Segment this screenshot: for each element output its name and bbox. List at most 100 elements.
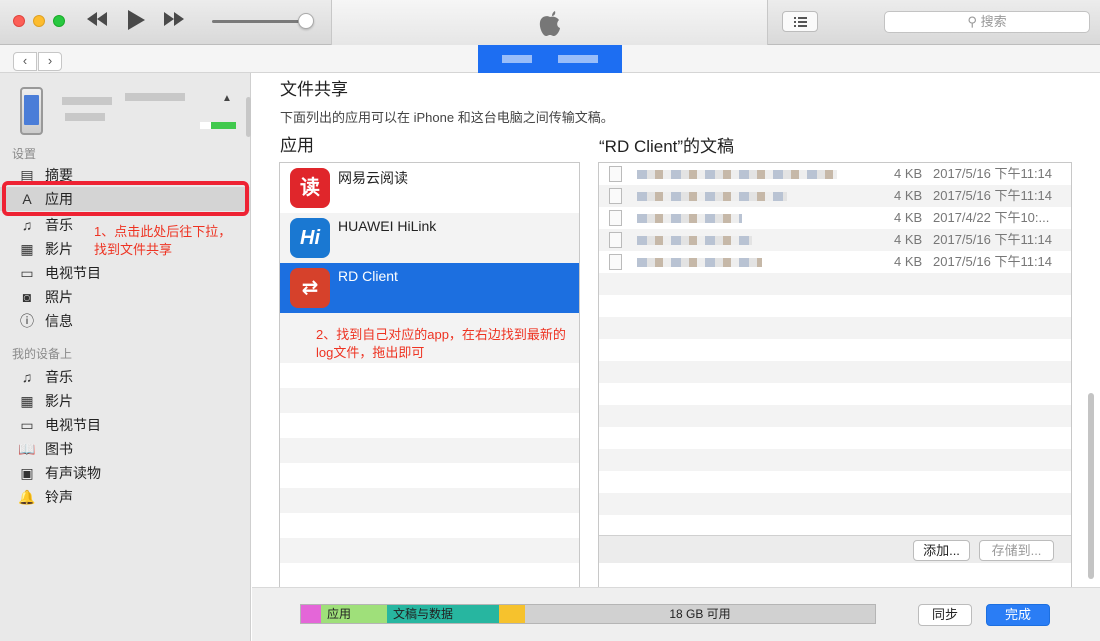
camera-icon: ◙	[22, 289, 32, 305]
fast-forward-icon[interactable]	[163, 9, 185, 33]
navigation-bar: ‹ ›	[0, 45, 1100, 73]
file-icon	[609, 254, 622, 270]
rewind-icon[interactable]	[86, 9, 108, 33]
sidebar-item-info[interactable]: ⓘ 信息	[0, 309, 250, 333]
app-row-rd-client[interactable]: ⇄ RD Client	[280, 263, 579, 313]
sidebar-item-tv-shows[interactable]: ▭ 电视节目	[0, 261, 250, 285]
sidebar-item-device-tv-shows[interactable]: ▭ 电视节目	[0, 413, 250, 437]
sidebar-item-device-audiobooks[interactable]: ▣ 有声读物	[0, 461, 250, 485]
book-icon: 📖	[18, 441, 36, 457]
bottom-bar: 应用 文稿与数据 18 GB 可用 同步 完成	[252, 587, 1100, 641]
device-tab[interactable]	[478, 45, 622, 73]
sidebar-item-photos[interactable]: ◙ 照片	[0, 285, 250, 309]
sidebar-item-device-movies[interactable]: ▦ 影片	[0, 389, 250, 413]
sidebar-item-label: 影片	[45, 241, 73, 257]
app-row-netease-reader[interactable]: 读 网易云阅读	[280, 163, 579, 213]
search-field[interactable]: ⚲ 搜索	[884, 11, 1090, 33]
document-name-redacted	[637, 170, 837, 179]
sidebar: ▲ 设置 ▤ 摘要 A 应用 ♫ 音乐 ▦ 影片 ▭ 电视节目 ◙ 照片 ⓘ 信…	[0, 73, 251, 641]
sidebar-item-label: 信息	[45, 313, 73, 329]
annotation-step-2: 2、找到自己对应的app，在右边找到最新的log文件，拖出即可	[316, 327, 566, 360]
search-placeholder: 搜索	[980, 14, 1007, 29]
capacity-segment-apps: 应用	[321, 605, 387, 623]
content-scrollbar[interactable]	[1088, 393, 1094, 579]
chevron-left-icon: ‹	[22, 53, 28, 68]
sidebar-item-label: 电视节目	[45, 417, 101, 433]
up-next-list-button[interactable]	[782, 11, 818, 32]
maximize-window-button[interactable]	[53, 15, 65, 27]
document-size: 4 KB	[894, 210, 923, 225]
documents-list: 4 KB 2017/5/16 下午11:14 4 KB 2017/5/16 下午…	[598, 162, 1072, 610]
capacity-segment-documents: 文稿与数据	[387, 605, 499, 623]
done-button[interactable]: 完成	[986, 604, 1050, 626]
sidebar-item-label: 音乐	[45, 217, 73, 233]
search-icon: ⚲	[967, 14, 977, 29]
sidebar-item-label: 有声读物	[45, 465, 101, 481]
volume-slider[interactable]	[212, 20, 307, 23]
list-icon	[794, 17, 807, 27]
back-button[interactable]: ‹	[13, 52, 37, 71]
film-icon: ▦	[20, 241, 34, 257]
document-date: 2017/5/16 下午11:14	[933, 254, 1053, 269]
add-file-button[interactable]: 添加...	[913, 540, 970, 561]
huawei-hilink-app-icon: Hi	[290, 218, 330, 258]
sidebar-scrollbar[interactable]	[246, 97, 251, 137]
section-title: 文件共享	[280, 80, 348, 99]
capacity-segment-free: 18 GB 可用	[669, 607, 731, 621]
documents-footer: 添加... 存储到...	[599, 535, 1071, 563]
save-to-button[interactable]: 存储到...	[979, 540, 1054, 561]
document-name-redacted	[637, 214, 742, 223]
sidebar-item-label: 影片	[45, 393, 73, 409]
document-date: 2017/5/16 下午11:14	[933, 166, 1053, 181]
capacity-segment-other-2	[499, 605, 525, 623]
tv-icon: ▭	[20, 417, 34, 433]
close-window-button[interactable]	[13, 15, 25, 27]
settings-heading: 设置	[12, 147, 37, 161]
volume-slider-knob[interactable]	[298, 13, 314, 29]
sidebar-item-label: 音乐	[45, 369, 73, 385]
app-name: HUAWEI HiLink	[338, 218, 437, 234]
document-size: 4 KB	[894, 232, 923, 247]
sidebar-item-label: 铃声	[45, 489, 73, 505]
document-row[interactable]: 4 KB 2017/5/16 下午11:14	[599, 229, 1071, 251]
section-description: 下面列出的应用可以在 iPhone 和这台电脑之间传输文稿。	[280, 110, 614, 125]
apps-heading: 应用	[280, 136, 314, 155]
document-name-redacted	[637, 236, 752, 245]
app-name: 网易云阅读	[338, 170, 408, 186]
app-row-huawei-hilink[interactable]: Hi HUAWEI HiLink	[280, 213, 579, 263]
storage-capacity-bar: 应用 文稿与数据 18 GB 可用	[300, 604, 876, 624]
sidebar-item-device-music[interactable]: ♫ 音乐	[0, 365, 250, 389]
toolbar: ⚲ 搜索	[0, 0, 1100, 45]
document-date: 2017/5/16 下午11:14	[933, 232, 1053, 247]
apple-logo-icon	[536, 8, 564, 38]
document-size: 4 KB	[894, 188, 923, 203]
film-icon: ▦	[20, 393, 34, 409]
sidebar-item-device-books[interactable]: 📖 图书	[0, 437, 250, 461]
document-row[interactable]: 4 KB 2017/5/16 下午11:14	[599, 163, 1071, 185]
on-device-heading: 我的设备上	[12, 347, 73, 361]
iphone-device-icon	[20, 87, 43, 135]
document-row[interactable]: 4 KB 2017/4/22 下午10:...	[599, 207, 1071, 229]
document-name-redacted	[637, 192, 787, 201]
app-name: RD Client	[338, 268, 398, 284]
sidebar-item-label: 电视节目	[45, 265, 101, 281]
sidebar-item-label: 图书	[45, 441, 73, 457]
music-note-icon: ♫	[21, 369, 33, 385]
document-size: 4 KB	[894, 166, 923, 181]
sidebar-item-device-tones[interactable]: 🔔 铃声	[0, 485, 250, 509]
document-row[interactable]: 4 KB 2017/5/16 下午11:14	[599, 185, 1071, 207]
eject-icon[interactable]: ▲	[222, 93, 232, 104]
play-icon[interactable]	[126, 9, 146, 37]
minimize-window-button[interactable]	[33, 15, 45, 27]
rd-client-app-icon: ⇄	[290, 268, 330, 308]
document-size: 4 KB	[894, 254, 923, 269]
sidebar-item-label: 照片	[45, 289, 73, 305]
file-icon	[609, 188, 622, 204]
battery-icon	[200, 122, 236, 129]
document-row[interactable]: 4 KB 2017/5/16 下午11:14	[599, 251, 1071, 273]
netease-reader-app-icon: 读	[290, 168, 330, 208]
audiobook-icon: ▣	[20, 465, 34, 481]
forward-button[interactable]: ›	[38, 52, 62, 71]
bell-icon: 🔔	[18, 489, 36, 505]
sync-button[interactable]: 同步	[918, 604, 972, 626]
